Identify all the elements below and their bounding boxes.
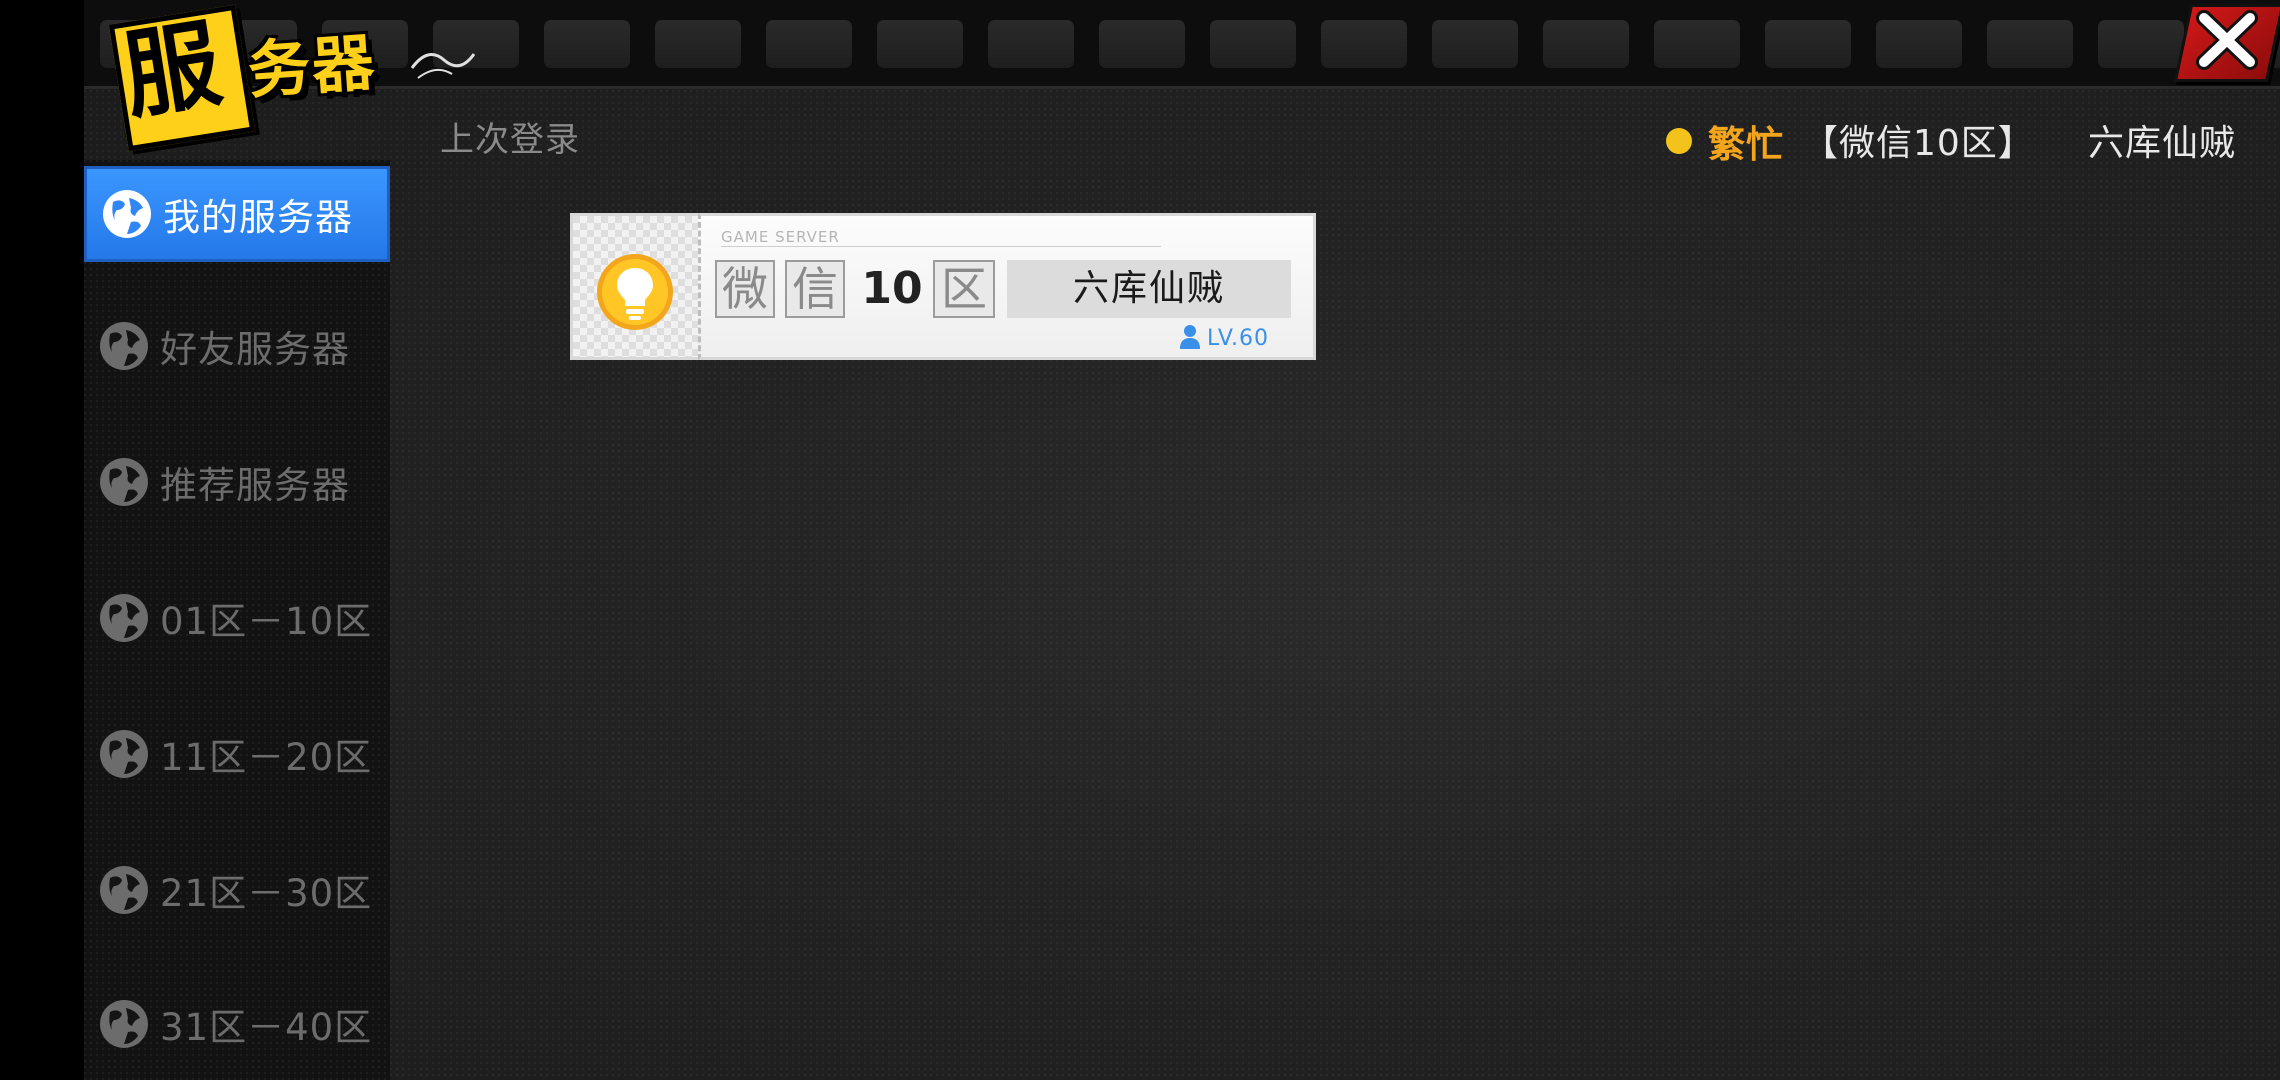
sidebar-item-label: 21区－30区 <box>160 872 373 915</box>
sidebar-item-label: 推荐服务器 <box>160 464 350 507</box>
film-strip-slot <box>1987 20 2073 68</box>
server-card-tag: GAME SERVER <box>721 228 840 246</box>
sidebar-item-label: 11区－20区 <box>160 736 373 779</box>
server-card-body: GAME SERVER 微 信 10 区 六库仙贼 LV.60 <box>698 213 1316 360</box>
server-status-dot-icon <box>1666 128 1692 154</box>
globe-icon <box>100 594 148 642</box>
film-strip-slot <box>1543 20 1629 68</box>
film-strip-slot <box>1765 20 1851 68</box>
server-card-stub <box>570 213 698 360</box>
film-strip-slot <box>1654 20 1740 68</box>
player-level: LV.60 <box>1207 326 1270 351</box>
sidebar-item-label: 31区－40区 <box>160 1006 373 1049</box>
last-login-player-name: 六库仙贼 <box>2088 123 2237 164</box>
person-icon <box>1180 325 1200 349</box>
lightbulb-icon <box>597 254 673 330</box>
film-strip-slot <box>1876 20 1962 68</box>
film-strip-slot <box>988 20 1074 68</box>
globe-icon <box>100 730 148 778</box>
globe-icon <box>100 458 148 506</box>
server-select-screen: 服 务器 我的服务器 好友服务器 推荐服务器 01区－10区 11区－20区 2… <box>0 0 2280 1080</box>
sidebar-item-friend-servers[interactable]: 好友服务器 <box>84 298 390 394</box>
scribble-decoration-icon <box>410 53 476 79</box>
sidebar-item-label: 我的服务器 <box>163 196 353 239</box>
film-strip-slot <box>1321 20 1407 68</box>
film-strip-slot <box>1210 20 1296 68</box>
film-strip-slot <box>544 20 630 68</box>
sidebar-item-label: 01区－10区 <box>160 600 373 643</box>
server-category-sidebar: 我的服务器 好友服务器 推荐服务器 01区－10区 11区－20区 21区－30… <box>84 160 390 1080</box>
sidebar-item-zone-21-30[interactable]: 21区－30区 <box>84 842 390 938</box>
film-strip-slot <box>877 20 963 68</box>
last-login-server-name: 【微信10区】 <box>1802 123 2035 164</box>
film-strip-slot <box>766 20 852 68</box>
sidebar-item-zone-11-20[interactable]: 11区－20区 <box>84 706 390 802</box>
globe-icon <box>100 866 148 914</box>
close-icon <box>2196 10 2258 70</box>
sidebar-item-zone-01-10[interactable]: 01区－10区 <box>84 570 390 666</box>
last-login-label: 上次登录 <box>440 120 580 160</box>
title-text-rest: 务器 <box>245 25 379 108</box>
globe-icon <box>100 322 148 370</box>
page-title-logo: 服 务器 <box>108 4 476 152</box>
sidebar-item-my-servers[interactable]: 我的服务器 <box>84 166 390 262</box>
server-status-text: 繁忙 <box>1708 123 1784 166</box>
globe-icon <box>100 1000 148 1048</box>
server-card-player-name: 六库仙贼 <box>1007 260 1291 318</box>
zone-name-char: 区 <box>933 260 995 318</box>
film-strip-slot <box>1099 20 1185 68</box>
sidebar-item-zone-31-40[interactable]: 31区－40区 <box>84 976 390 1072</box>
sidebar-item-recommended-servers[interactable]: 推荐服务器 <box>84 434 390 530</box>
zone-name-char: 微 <box>715 260 775 318</box>
globe-icon <box>103 190 151 238</box>
film-strip-slot <box>1432 20 1518 68</box>
zone-name-char: 信 <box>785 260 845 318</box>
title-char-first: 服 <box>115 7 229 133</box>
sidebar-item-label: 好友服务器 <box>160 328 350 371</box>
zone-number: 10 <box>861 263 923 314</box>
server-card-tag-line <box>721 246 1161 247</box>
film-strip-slot <box>655 20 741 68</box>
close-button[interactable] <box>2168 0 2280 86</box>
server-card[interactable]: GAME SERVER 微 信 10 区 六库仙贼 LV.60 <box>570 213 1316 360</box>
